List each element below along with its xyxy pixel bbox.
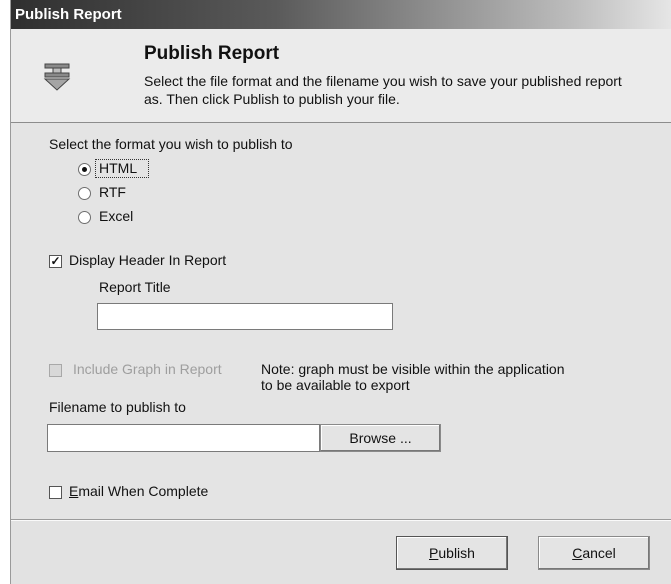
- format-label: Select the format you wish to publish to: [49, 136, 293, 152]
- display-header-checkbox[interactable]: ✓: [49, 255, 62, 268]
- publish-report-dialog: Publish Report Publish Report Select the…: [10, 0, 671, 584]
- header-description: Select the file format and the filename …: [144, 73, 622, 107]
- dialog-header: Publish Report Select the file format an…: [11, 29, 671, 123]
- graph-note-line2: to be available to export: [261, 377, 410, 393]
- report-title-label: Report Title: [99, 279, 171, 295]
- publish-button[interactable]: Publish: [396, 536, 508, 570]
- graph-note-line1: Note: graph must be visible within the a…: [261, 361, 565, 377]
- display-header-label[interactable]: Display Header In Report: [69, 252, 226, 268]
- header-title: Publish Report: [144, 43, 280, 64]
- radio-excel-label[interactable]: Excel: [99, 208, 133, 224]
- filename-input[interactable]: [47, 424, 320, 452]
- email-label[interactable]: Email When Complete: [69, 483, 208, 499]
- radio-rtf[interactable]: [78, 187, 91, 200]
- radio-excel[interactable]: [78, 211, 91, 224]
- radio-html[interactable]: [78, 163, 91, 176]
- browse-button[interactable]: Browse ...: [320, 424, 441, 452]
- publish-report-icon: [43, 63, 71, 91]
- filename-label: Filename to publish to: [49, 399, 186, 415]
- cancel-button[interactable]: Cancel: [538, 536, 650, 570]
- title-bar: Publish Report: [11, 0, 671, 29]
- radio-rtf-label[interactable]: RTF: [99, 184, 126, 200]
- include-graph-label: Include Graph in Report: [73, 361, 222, 377]
- email-checkbox[interactable]: [49, 486, 62, 499]
- report-title-input[interactable]: [97, 303, 393, 330]
- focus-rect: [95, 159, 149, 178]
- window-title: Publish Report: [15, 6, 122, 23]
- include-graph-checkbox: [49, 364, 62, 377]
